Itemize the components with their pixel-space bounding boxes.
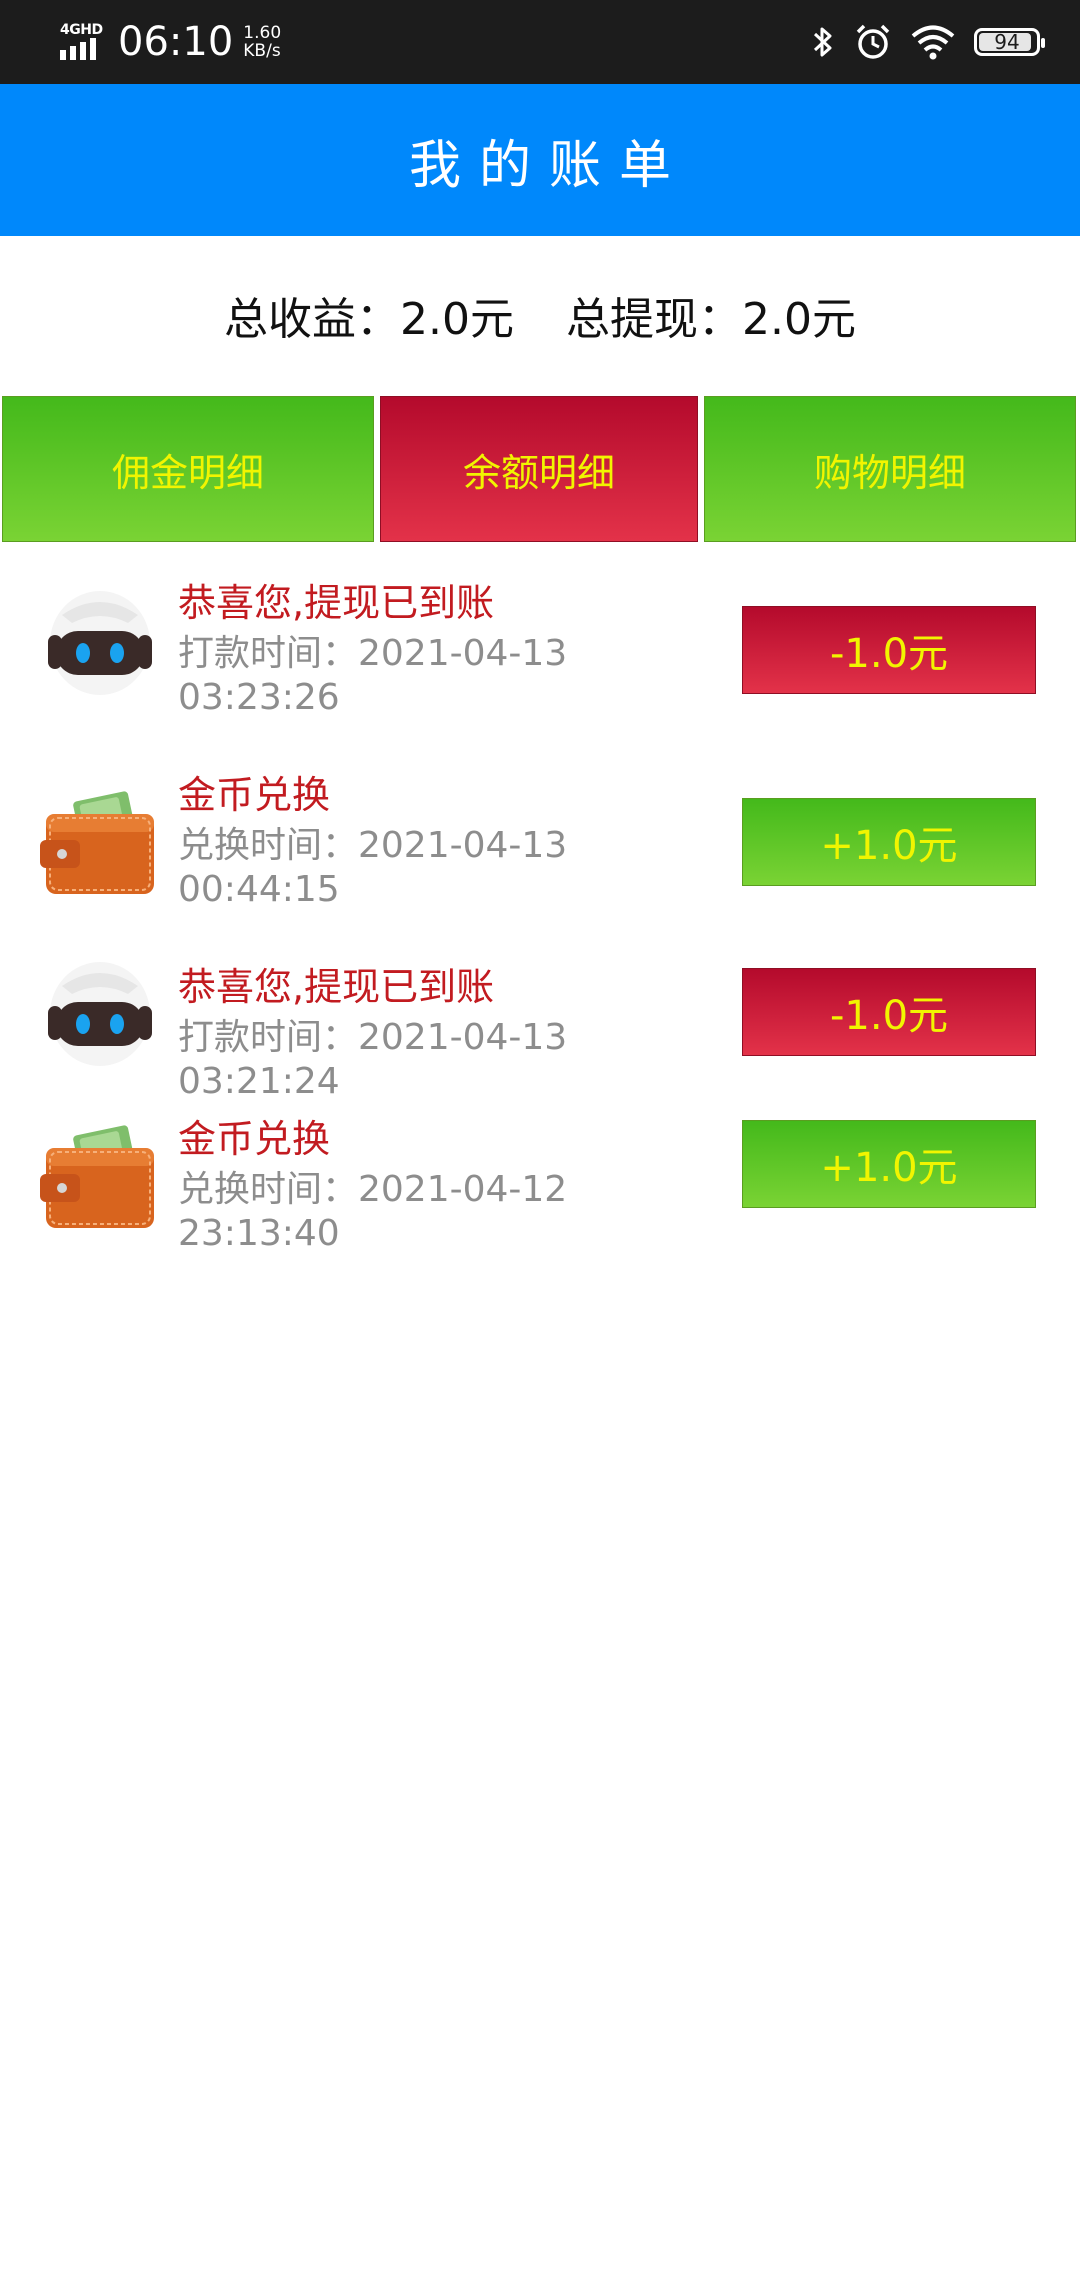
battery-icon: 94 — [974, 28, 1045, 56]
network-speed: 1.60 KB/s — [243, 23, 282, 61]
cellular-signal-icon: 4GHD — [58, 22, 106, 62]
bluetooth-icon — [813, 27, 832, 57]
robot-icon — [48, 591, 152, 695]
summary-bar: 总收益：2.0元 总提现：2.0元 — [0, 270, 1080, 360]
status-time: 06:10 — [118, 19, 234, 65]
robot-icon — [48, 962, 152, 1066]
tab-commission-detail[interactable]: 佣金明细 — [2, 396, 374, 542]
wallet-icon — [40, 1125, 154, 1228]
amount-button[interactable]: -1.0元 — [742, 968, 1036, 1056]
title-bar: 我的账单 — [0, 84, 1080, 236]
tab-shopping-detail[interactable]: 购物明细 — [704, 396, 1076, 542]
status-bar: 4GHD 06:10 1.60 KB/s 94 — [0, 0, 1080, 84]
network-type: 4GHD — [60, 22, 103, 38]
record-time: 打款时间：2021-04-13 03:23:26 — [178, 633, 568, 718]
record-title: 金币兑换 — [178, 773, 331, 817]
record-title: 恭喜您,提现已到账 — [178, 581, 495, 625]
total-withdraw: 总提现：2.0元 — [566, 294, 856, 345]
record-time: 打款时间：2021-04-13 03:21:24 — [178, 1017, 568, 1102]
record-title: 金币兑换 — [178, 1117, 331, 1161]
amount-button[interactable]: +1.0元 — [742, 798, 1036, 886]
tab-bar: 佣金明细 余额明细 购物明细 — [2, 396, 1078, 542]
alarm-icon — [856, 24, 890, 59]
wallet-icon — [40, 791, 154, 894]
amount-button[interactable]: +1.0元 — [742, 1120, 1036, 1208]
tab-balance-detail[interactable]: 余额明细 — [380, 396, 698, 542]
battery-level: 94 — [994, 30, 1020, 54]
wifi-icon — [911, 25, 955, 60]
page-title: 我的账单 — [408, 135, 689, 196]
amount-button[interactable]: -1.0元 — [742, 606, 1036, 694]
total-income: 总收益：2.0元 — [224, 294, 514, 345]
record-time: 兑换时间：2021-04-12 23:13:40 — [178, 1169, 568, 1254]
record-time: 兑换时间：2021-04-13 00:44:15 — [178, 825, 568, 910]
record-title: 恭喜您,提现已到账 — [178, 965, 495, 1009]
